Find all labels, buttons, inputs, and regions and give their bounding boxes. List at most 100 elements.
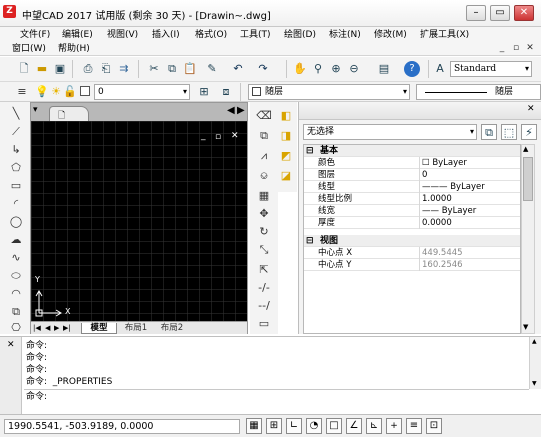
- quick-select-icon[interactable]: ⚡: [521, 124, 537, 140]
- command-scrollbar[interactable]: ▲ ▼: [529, 337, 541, 389]
- layer-previous-icon[interactable]: ⧈: [218, 84, 234, 100]
- offset-icon[interactable]: ⎉: [256, 168, 272, 184]
- trim-icon[interactable]: -/-: [256, 280, 272, 296]
- tab-scroll-left-icon[interactable]: ◀: [227, 105, 235, 116]
- polyline-icon[interactable]: ↳: [8, 142, 24, 158]
- stretch-icon[interactable]: ⇱: [256, 262, 272, 278]
- property-value[interactable]: —— ByLayer: [422, 205, 476, 217]
- otrack-toggle-icon[interactable]: ∠: [346, 418, 362, 434]
- mdi-minimize-button[interactable]: _: [496, 43, 508, 54]
- property-row[interactable]: 线型比例 1.0000: [304, 193, 520, 205]
- scroll-up-icon[interactable]: ▲: [532, 338, 537, 345]
- cut-icon[interactable]: ✂: [146, 61, 162, 77]
- rectangle-icon[interactable]: ▭: [8, 178, 24, 194]
- print-preview-icon[interactable]: ⎗: [98, 61, 114, 77]
- command-close-icon[interactable]: ✕: [7, 340, 15, 350]
- quick-properties-icon[interactable]: ⊡: [426, 418, 442, 434]
- help-icon[interactable]: ?: [404, 61, 420, 77]
- tab-menu-icon[interactable]: ▾: [33, 105, 43, 119]
- tab-first-icon[interactable]: |◀: [33, 323, 41, 334]
- palette-close-icon[interactable]: ✕: [527, 104, 535, 114]
- mdi-restore-button[interactable]: ▫: [510, 43, 522, 54]
- property-row[interactable]: 线型 ——— ByLayer: [304, 181, 520, 193]
- snap-layer-icon[interactable]: ◨: [278, 128, 294, 144]
- property-row[interactable]: 线宽 —— ByLayer: [304, 205, 520, 217]
- revision-cloud-icon[interactable]: ☁: [8, 232, 24, 248]
- zoom-realtime-icon[interactable]: ⚲: [310, 61, 326, 77]
- tab-model[interactable]: 模型: [81, 323, 117, 334]
- publish-icon[interactable]: ⇉: [116, 61, 132, 77]
- construction-line-icon[interactable]: ⟋: [8, 124, 24, 140]
- undo-icon[interactable]: ↶: [230, 61, 246, 77]
- restore-button[interactable]: ▭: [490, 5, 510, 21]
- open-folder-icon[interactable]: ▬: [34, 61, 50, 77]
- insert-block-icon[interactable]: ⧉: [8, 304, 24, 320]
- copy-object-icon[interactable]: ⧉: [256, 128, 272, 144]
- ellipse-arc-icon[interactable]: ◠: [8, 286, 24, 302]
- close-button[interactable]: ✕: [514, 5, 534, 21]
- pan-icon[interactable]: ✋: [292, 61, 308, 77]
- line-icon[interactable]: ╲: [8, 106, 24, 122]
- match-properties-icon[interactable]: ✎: [204, 61, 220, 77]
- menu-tools[interactable]: 工具(T): [240, 29, 271, 42]
- property-row[interactable]: 中心点 X 449.5445: [304, 247, 520, 259]
- property-value[interactable]: 0.0000: [422, 217, 452, 229]
- layer-manager-icon[interactable]: ≡: [14, 84, 30, 100]
- save-icon[interactable]: ▣: [52, 61, 68, 77]
- command-window-handle[interactable]: ✕: [0, 337, 22, 415]
- array-icon[interactable]: ▦: [256, 188, 272, 204]
- break-icon[interactable]: ▭: [256, 316, 272, 332]
- arc-icon[interactable]: ◜: [8, 196, 24, 212]
- snap-properties-icon[interactable]: ◧: [278, 108, 294, 124]
- color-select[interactable]: 随层 ▾: [248, 84, 410, 100]
- property-value[interactable]: 0: [422, 169, 427, 181]
- grid-toggle-icon[interactable]: ⊞: [266, 418, 282, 434]
- menu-window[interactable]: 窗口(W): [12, 43, 46, 56]
- ellipse-icon[interactable]: ⬭: [8, 268, 24, 284]
- zoom-window-icon[interactable]: ⊕: [328, 61, 344, 77]
- properties-scrollbar[interactable]: ▲ ▼: [521, 144, 535, 334]
- lock-icon[interactable]: 🔓: [62, 84, 78, 100]
- selection-select[interactable]: 无选择 ▾: [303, 124, 477, 140]
- property-row[interactable]: 图层 0: [304, 169, 520, 181]
- print-icon[interactable]: ⎙: [80, 61, 96, 77]
- minimize-button[interactable]: –: [466, 5, 486, 21]
- menu-insert[interactable]: 插入(I): [152, 29, 180, 42]
- snap-select-icon[interactable]: ◩: [278, 148, 294, 164]
- circle-icon[interactable]: ◯: [8, 214, 24, 230]
- menu-dimension[interactable]: 标注(N): [329, 29, 361, 42]
- property-value[interactable]: ☐ ByLayer: [422, 157, 467, 169]
- mirror-icon[interactable]: ⩘: [256, 148, 272, 164]
- rotate-icon[interactable]: ↻: [256, 224, 272, 240]
- property-row[interactable]: 颜色 ☐ ByLayer: [304, 157, 520, 169]
- scroll-up-icon[interactable]: ▲: [523, 145, 528, 153]
- scroll-thumb[interactable]: [523, 157, 533, 201]
- polygon-icon[interactable]: ⬠: [8, 160, 24, 176]
- menu-file[interactable]: 文件(F): [20, 29, 50, 42]
- tab-scroll-right-icon[interactable]: ▶: [237, 105, 245, 116]
- erase-icon[interactable]: ⌫: [256, 108, 272, 124]
- make-current-layer-icon[interactable]: ⊞: [196, 84, 212, 100]
- menu-edit[interactable]: 编辑(E): [62, 29, 93, 42]
- extend-icon[interactable]: --/: [256, 298, 272, 314]
- scale-icon[interactable]: ⤡: [256, 242, 272, 258]
- property-row[interactable]: 中心点 Y 160.2546: [304, 259, 520, 271]
- redo-icon[interactable]: ↷: [255, 61, 271, 77]
- tab-prev-icon[interactable]: ◀: [45, 323, 50, 334]
- spline-icon[interactable]: ∿: [8, 250, 24, 266]
- drawing-canvas[interactable]: _ ▫ ✕ Y X: [31, 121, 247, 321]
- text-style-select[interactable]: Standard ▾: [450, 61, 532, 77]
- menu-view[interactable]: 视图(V): [107, 29, 138, 42]
- property-value[interactable]: ——— ByLayer: [422, 181, 485, 193]
- ortho-toggle-icon[interactable]: ∟: [286, 418, 302, 434]
- document-tab[interactable]: 🗋: [49, 106, 89, 121]
- polar-toggle-icon[interactable]: ◔: [306, 418, 322, 434]
- dynamic-ucs-icon[interactable]: ⊾: [366, 418, 382, 434]
- scroll-down-icon[interactable]: ▼: [532, 380, 537, 387]
- collapse-icon[interactable]: ⊟: [306, 146, 314, 156]
- mdi-close-button[interactable]: ✕: [524, 43, 536, 54]
- menu-help[interactable]: 帮助(H): [58, 43, 90, 56]
- section-view[interactable]: ⊟ 视图: [304, 235, 520, 247]
- property-value[interactable]: 1.0000: [422, 193, 452, 205]
- menu-draw[interactable]: 绘图(D): [284, 29, 316, 42]
